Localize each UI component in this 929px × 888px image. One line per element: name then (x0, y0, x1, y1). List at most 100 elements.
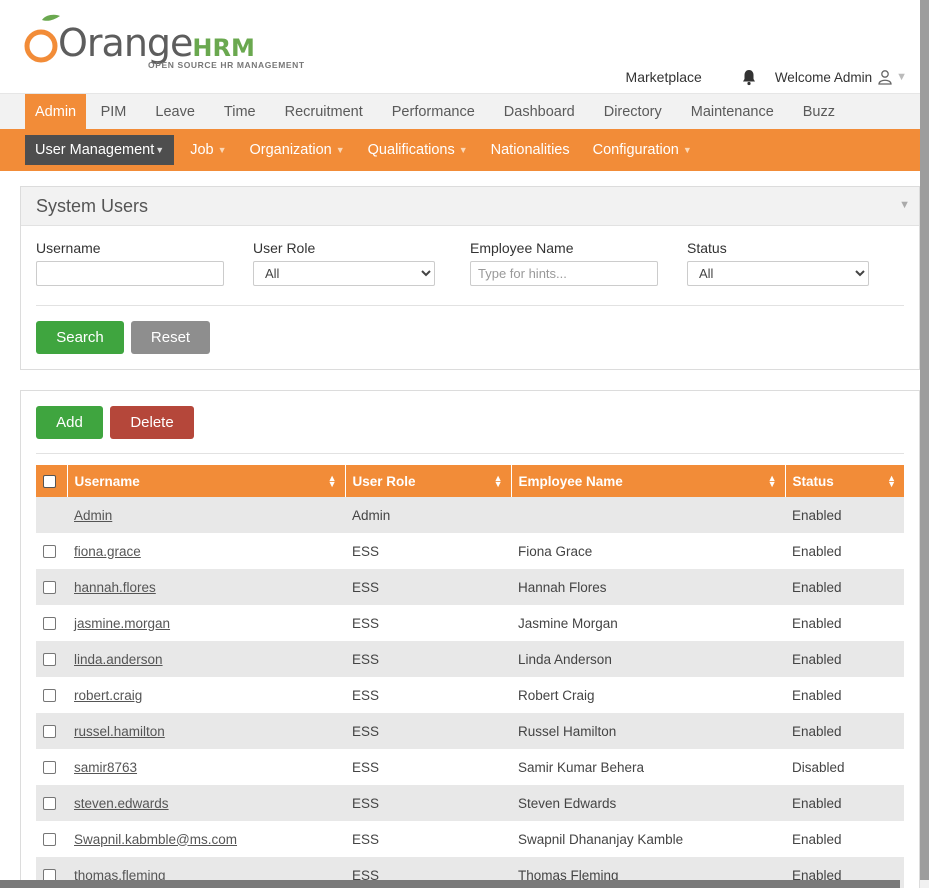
status-cell: Enabled (785, 533, 904, 569)
username-cell: russel.hamilton (67, 713, 345, 749)
main-menu-item-time[interactable]: Time (209, 94, 270, 130)
user-role-filter: User Role All (253, 240, 435, 286)
username-cell: steven.edwards (67, 785, 345, 821)
status-label: Status (687, 240, 727, 256)
orangehrm-logo[interactable]: OrangeHRM OPEN SOURCE HR MANAGEMENT (24, 12, 324, 74)
column-header-employee-name[interactable]: Employee Name ▲ ▼ (511, 465, 786, 497)
sub-menu-item-nationalities[interactable]: Nationalities (483, 135, 578, 165)
row-select-cell (36, 497, 67, 533)
username-link[interactable]: Swapnil.kabmble@ms.com (74, 832, 237, 847)
username-link[interactable]: fiona.grace (74, 544, 141, 559)
row-select-cell (36, 785, 67, 821)
row-checkbox[interactable] (43, 725, 56, 739)
employee-name-cell: Fiona Grace (511, 533, 785, 569)
logo-hrm: HRM (192, 34, 255, 62)
row-checkbox[interactable] (43, 833, 56, 847)
username-filter: Username (36, 240, 224, 286)
column-header-username[interactable]: Username ▲ ▼ (67, 465, 346, 497)
username-link[interactable]: linda.anderson (74, 652, 163, 667)
employee-name-cell: Jasmine Morgan (511, 605, 785, 641)
username-link[interactable]: russel.hamilton (74, 724, 165, 739)
row-checkbox[interactable] (43, 653, 56, 667)
logo-tagline: OPEN SOURCE HR MANAGEMENT (148, 60, 305, 70)
user-role-select[interactable]: All (253, 261, 435, 286)
user-icon (878, 70, 892, 85)
sub-menu-item-organization[interactable]: Organization ▼ (242, 135, 353, 165)
column-header-status[interactable]: Status ▲ ▼ (785, 465, 904, 497)
main-menu-item-performance[interactable]: Performance (377, 94, 489, 130)
username-link[interactable]: hannah.flores (74, 580, 156, 595)
logo-text: Orange (58, 21, 193, 65)
main-menu: Admin PIM Leave Time Recruitment Performance D… (0, 93, 920, 130)
add-button[interactable]: Add (36, 406, 103, 439)
status-cell: Disabled (785, 749, 904, 785)
main-menu-item-pim[interactable]: PIM (86, 94, 141, 130)
username-cell: linda.anderson (67, 641, 345, 677)
main-menu-item-buzz[interactable]: Buzz (788, 94, 849, 130)
select-all-header (36, 465, 68, 497)
users-table: Username ▲ ▼ User Role ▲ ▼ Employee Name ▲ ▼ S… (36, 465, 904, 888)
user-role-cell: ESS (345, 605, 511, 641)
username-input[interactable] (36, 261, 224, 286)
user-role-cell: ESS (345, 569, 511, 605)
sub-menu: User Management▼ Job ▼ Organization ▼ Qualifi… (0, 129, 920, 171)
row-checkbox[interactable] (43, 581, 56, 595)
username-link[interactable]: robert.craig (74, 688, 142, 703)
caret-down-icon: ▼ (682, 145, 692, 155)
employee-name-cell: Swapnil Dhananjay Kamble (511, 821, 785, 857)
sort-icon[interactable]: ▲ ▼ (328, 474, 337, 489)
scrollbar-thumb[interactable] (920, 0, 929, 880)
select-all-checkbox[interactable] (43, 475, 56, 489)
caret-down-icon: ▼ (217, 145, 227, 155)
username-link[interactable]: jasmine.morgan (74, 616, 170, 631)
row-select-cell (36, 533, 67, 569)
username-cell: jasmine.morgan (67, 605, 345, 641)
row-select-cell (36, 605, 67, 641)
employee-name-input[interactable] (470, 261, 658, 286)
sub-menu-item-qualifications[interactable]: Qualifications ▼ (360, 135, 476, 165)
main-menu-item-maintenance[interactable]: Maintenance (676, 94, 788, 130)
row-select-cell (36, 569, 67, 605)
collapse-toggle-icon[interactable]: ▼ (899, 199, 910, 211)
row-checkbox[interactable] (43, 545, 56, 559)
main-menu-item-leave[interactable]: Leave (141, 94, 210, 130)
employee-name-label: Employee Name (470, 240, 574, 256)
row-checkbox[interactable] (43, 617, 56, 631)
reset-button[interactable]: Reset (131, 321, 210, 354)
sort-icon[interactable]: ▲ ▼ (494, 474, 503, 489)
sub-menu-item-configuration[interactable]: Configuration ▼ (585, 135, 700, 165)
horizontal-scrollbar[interactable] (0, 880, 900, 888)
search-button[interactable]: Search (36, 321, 124, 354)
user-role-label: User Role (253, 240, 316, 256)
row-select-cell (36, 677, 67, 713)
row-checkbox[interactable] (43, 689, 56, 703)
username-cell: Swapnil.kabmble@ms.com (67, 821, 345, 857)
main-menu-item-dashboard[interactable]: Dashboard (489, 94, 589, 130)
sort-icon[interactable]: ▲ ▼ (768, 474, 777, 489)
sub-menu-item-job[interactable]: Job ▼ (182, 135, 234, 165)
row-checkbox[interactable] (43, 761, 56, 775)
header: OrangeHRM OPEN SOURCE HR MANAGEMENT Mark… (0, 0, 920, 93)
main-menu-item-directory[interactable]: Directory (589, 94, 676, 130)
status-cell: Enabled (785, 785, 904, 821)
table-row: Swapnil.kabmble@ms.com ESS Swapnil Dhananj… (36, 821, 904, 857)
row-checkbox[interactable] (43, 797, 56, 811)
status-select[interactable]: All (687, 261, 869, 286)
user-role-cell: ESS (345, 641, 511, 677)
username-link[interactable]: Admin (74, 508, 112, 523)
status-cell: Enabled (785, 677, 904, 713)
username-link[interactable]: steven.edwards (74, 796, 169, 811)
sort-icon[interactable]: ▲ ▼ (887, 474, 896, 489)
column-header-user-role[interactable]: User Role ▲ ▼ (345, 465, 512, 497)
marketplace-link[interactable]: Marketplace (626, 69, 702, 85)
main-menu-item-admin[interactable]: Admin (25, 94, 87, 130)
vertical-scrollbar[interactable] (920, 0, 929, 888)
welcome-user-menu[interactable]: Welcome Admin ▼ (775, 69, 907, 85)
main-menu-item-recruitment[interactable]: Recruitment (270, 94, 377, 130)
username-link[interactable]: samir8763 (74, 760, 137, 775)
username-label: Username (36, 240, 101, 256)
delete-button[interactable]: Delete (110, 406, 194, 439)
employee-name-cell: Linda Anderson (511, 641, 785, 677)
bell-icon[interactable] (740, 68, 758, 86)
sub-menu-item-user-management[interactable]: User Management▼ (25, 135, 175, 165)
